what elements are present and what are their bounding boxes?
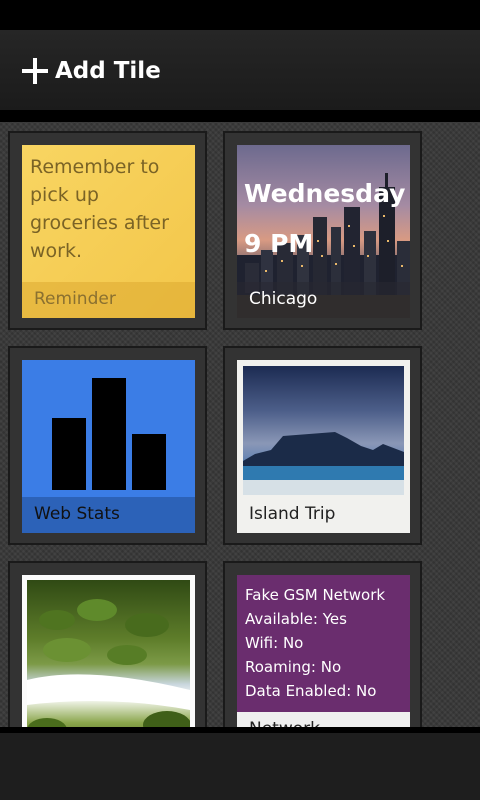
chicago-weather-tile[interactable]: Wednesday 9 PM Chicago [237, 145, 410, 318]
reminder-tile-frame: Remember to pick up groceries after work… [8, 131, 207, 330]
island-photo [243, 366, 404, 495]
bar-chart-bar [92, 378, 126, 490]
bar-chart-bar [132, 434, 166, 490]
weather-weekday: Wednesday [244, 179, 406, 208]
gsm-network-tile[interactable]: Fake GSM Network Available: Yes Wifi: No… [237, 575, 410, 727]
gsm-available: Available: Yes [245, 610, 347, 628]
nature-tile-frame [8, 561, 207, 727]
gsm-data-enabled: Data Enabled: No [245, 682, 377, 700]
reminder-tile[interactable]: Remember to pick up groceries after work… [22, 145, 195, 318]
waterfall-photo [27, 580, 190, 727]
web-stats-tile[interactable]: Web Stats [22, 360, 195, 533]
status-bar [0, 0, 480, 30]
gsm-info: Fake GSM Network Available: Yes Wifi: No… [245, 583, 385, 703]
island-trip-tile[interactable]: Island Trip [237, 360, 410, 533]
gsm-tile-label: Network [237, 712, 410, 727]
gsm-wifi: Wifi: No [245, 634, 304, 652]
stream-shapes [27, 599, 190, 727]
add-tile-button[interactable]: Add Tile [22, 58, 161, 84]
island-tile-frame: Island Trip [223, 346, 422, 545]
plus-icon [22, 58, 48, 84]
add-tile-label: Add Tile [55, 58, 161, 84]
reminder-tile-label: Reminder [22, 282, 195, 318]
weather-time: 9 PM [244, 229, 314, 258]
nature-photo-tile[interactable] [22, 575, 195, 727]
app-bar[interactable] [0, 727, 480, 800]
island-silhouette [243, 432, 404, 495]
tile-grid[interactable]: Remember to pick up groceries after work… [0, 122, 480, 727]
gsm-roaming: Roaming: No [245, 658, 342, 676]
reminder-note: Remember to pick up groceries after work… [30, 156, 169, 262]
web-stats-tile-label: Web Stats [22, 497, 195, 533]
chicago-tile-frame: Wednesday 9 PM Chicago [223, 131, 422, 330]
chicago-tile-label: Chicago [237, 282, 410, 318]
gsm-network-name: Fake GSM Network [245, 586, 386, 604]
header: Add Tile [0, 30, 480, 116]
gsm-tile-frame: Fake GSM Network Available: Yes Wifi: No… [223, 561, 422, 727]
island-tile-label: Island Trip [237, 497, 410, 533]
bar-chart-bar [52, 418, 86, 490]
webstats-tile-frame: Web Stats [8, 346, 207, 545]
